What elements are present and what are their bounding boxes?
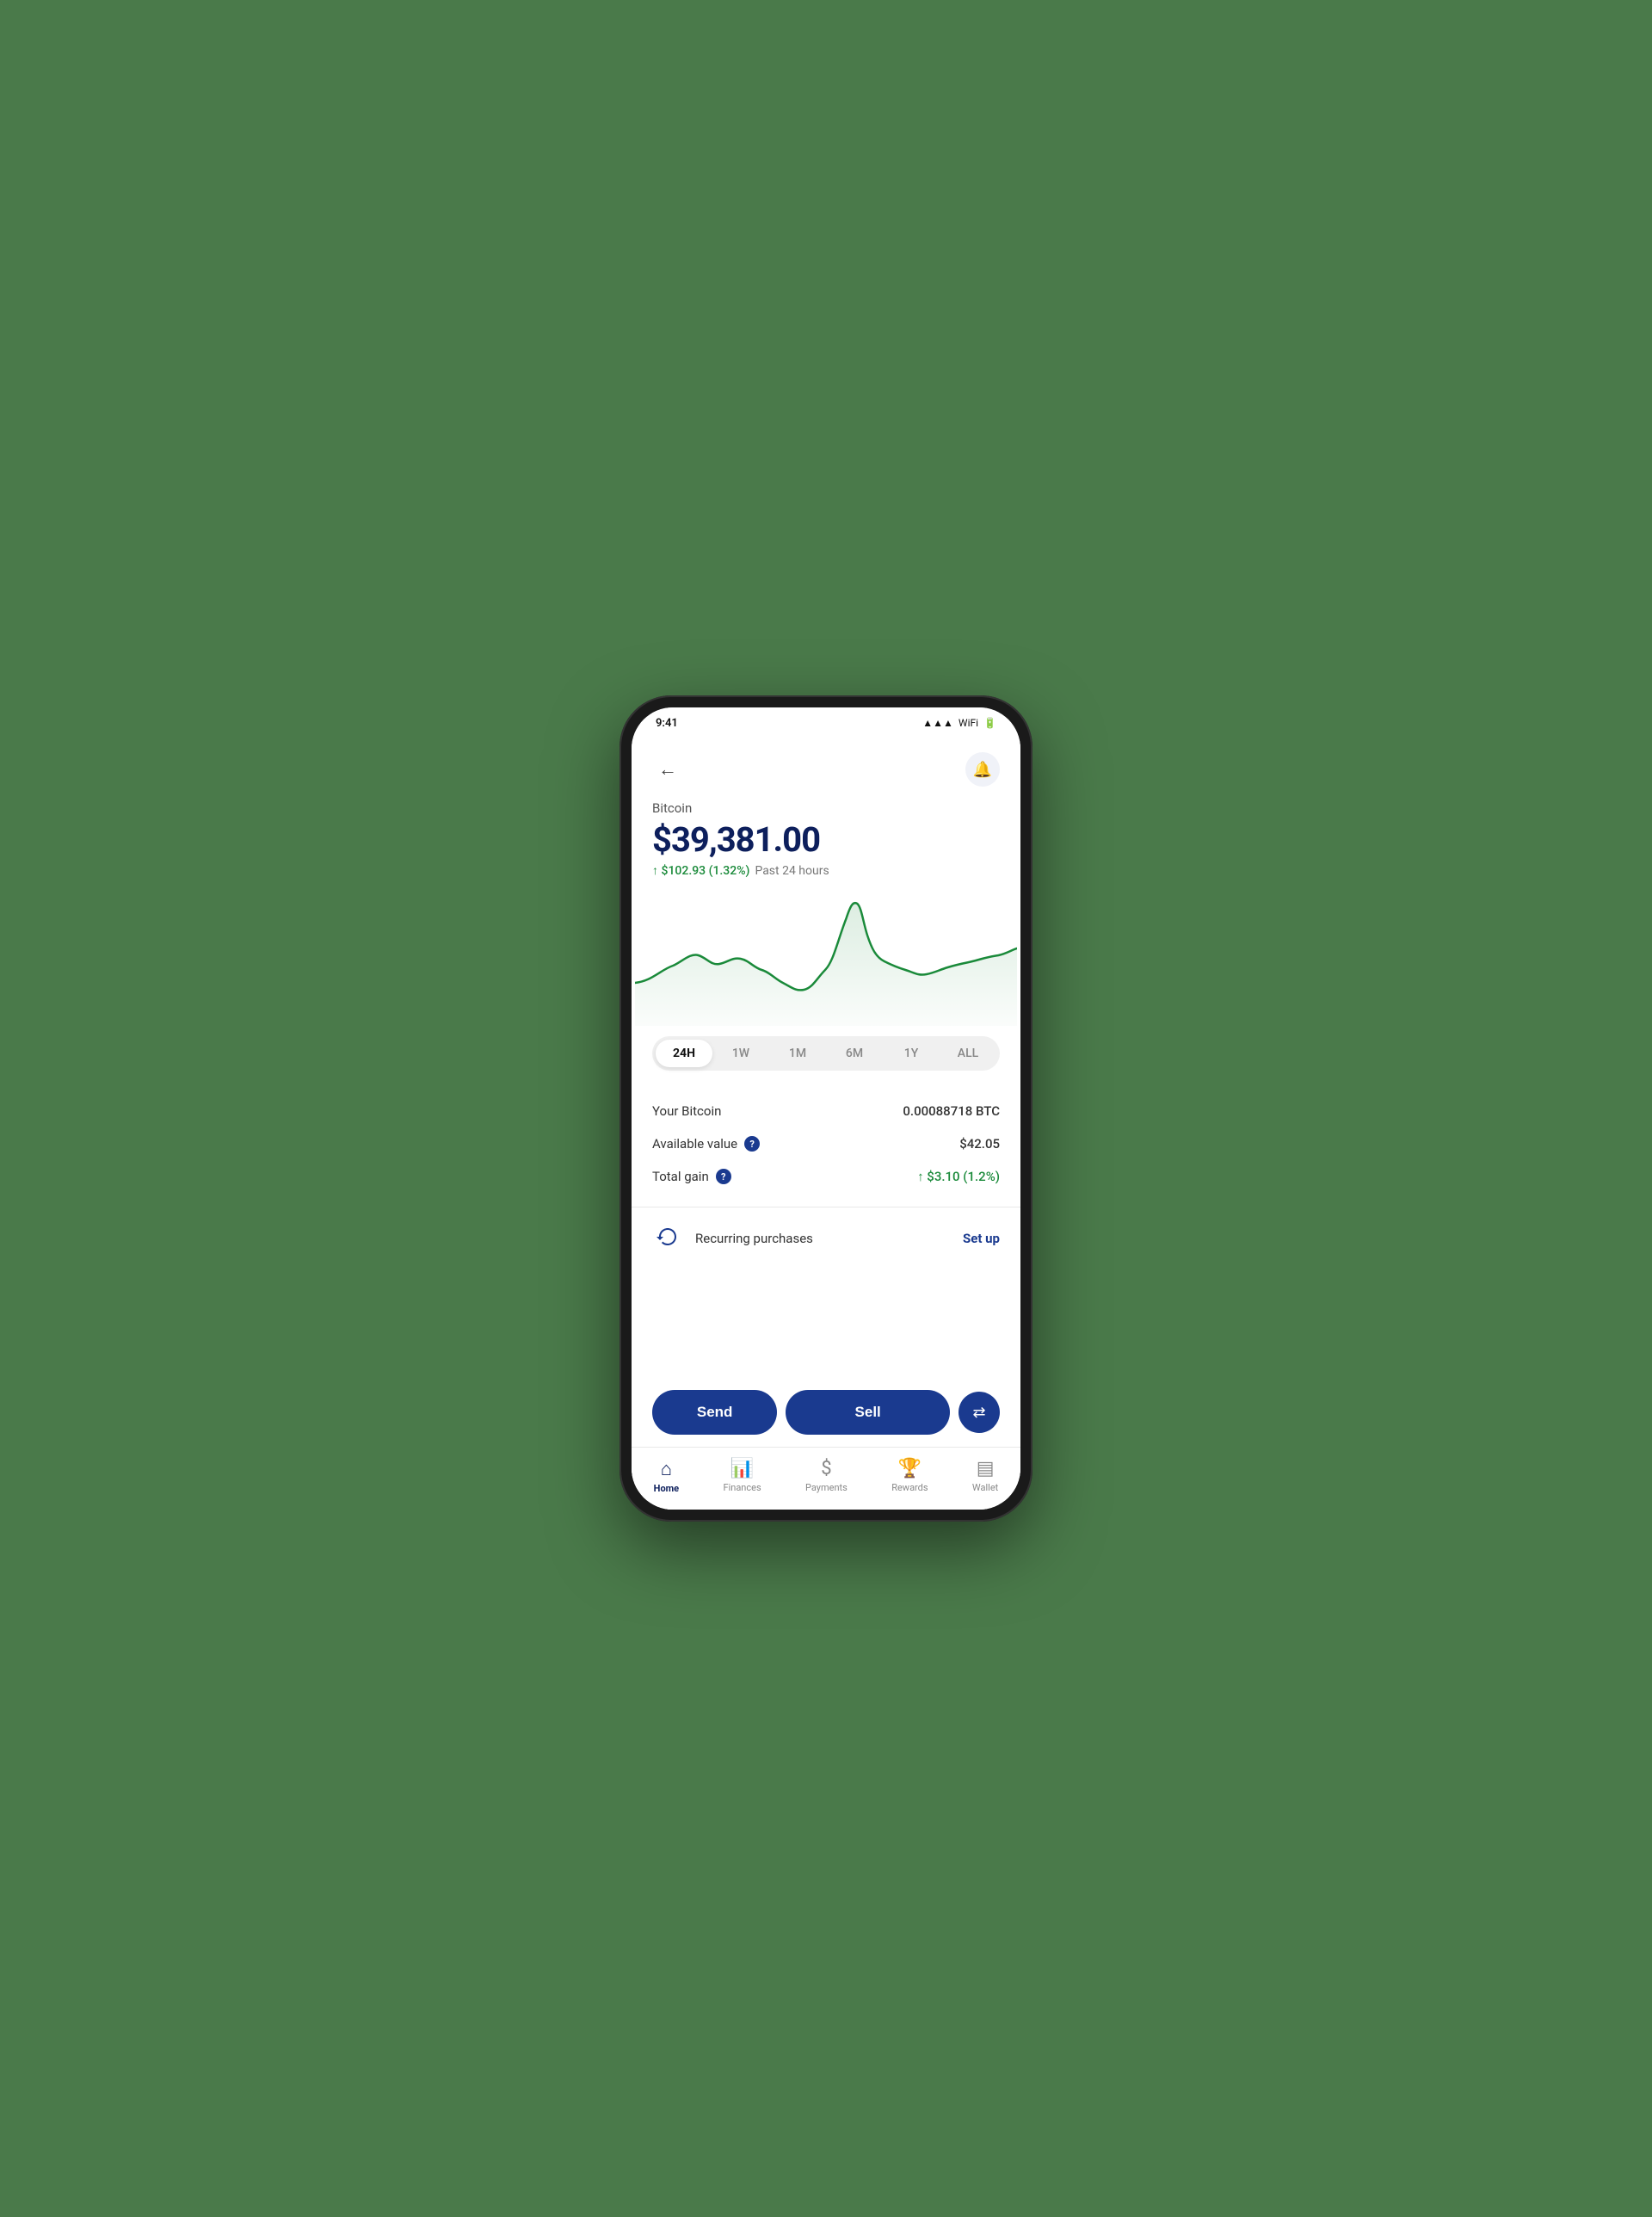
signal-icon: ▲▲▲	[922, 717, 953, 729]
recurring-svg	[654, 1225, 681, 1252]
wallet-icon: ▤	[977, 1458, 995, 1479]
available-stat-row: Available value ? $42.05	[652, 1127, 1000, 1160]
nav-item-payments[interactable]: $ Payments	[795, 1454, 858, 1498]
nav-item-rewards[interactable]: 🏆 Rewards	[881, 1454, 938, 1498]
phone-frame: 9:41 ▲▲▲ WiFi 🔋 ← 🔔 Bitcoin $39,381.00	[620, 695, 1032, 1522]
status-bar: 9:41 ▲▲▲ WiFi 🔋	[632, 707, 1020, 738]
bell-icon: 🔔	[973, 761, 992, 779]
screen-content: ← 🔔 Bitcoin $39,381.00 ↑ $102.93 (1.32%)…	[632, 738, 1020, 1510]
total-gain-value: ↑ $3.10 (1.2%)	[917, 1169, 1000, 1184]
bitcoin-stat-row: Your Bitcoin 0.00088718 BTC	[652, 1095, 1000, 1127]
nav-label-finances: Finances	[723, 1482, 761, 1493]
chart-svg	[635, 888, 1017, 1026]
action-bar: Send Sell ⇄	[632, 1380, 1020, 1447]
nav-label-rewards: Rewards	[891, 1482, 928, 1493]
status-icons: ▲▲▲ WiFi 🔋	[922, 717, 996, 729]
coin-name: Bitcoin	[652, 800, 1000, 816]
nav-item-wallet[interactable]: ▤ Wallet	[962, 1454, 1008, 1498]
time-btn-24h[interactable]: 24H	[656, 1040, 712, 1067]
nav-item-home[interactable]: ⌂ Home	[644, 1454, 689, 1498]
available-info-badge[interactable]: ?	[744, 1136, 760, 1152]
time-btn-1y[interactable]: 1Y	[883, 1040, 940, 1067]
price-change: ↑ $102.93 (1.32%) Past 24 hours	[652, 863, 1000, 878]
change-amount: $102.93	[661, 864, 706, 878]
coin-price: $39,381.00	[652, 819, 1000, 860]
sell-button[interactable]: Sell	[786, 1390, 950, 1435]
nav-label-payments: Payments	[805, 1482, 848, 1493]
send-button[interactable]: Send	[652, 1390, 777, 1435]
total-gain-info-badge[interactable]: ?	[716, 1169, 731, 1184]
back-button[interactable]: ←	[652, 754, 683, 785]
header: ← 🔔	[632, 738, 1020, 794]
total-gain-stat-row: Total gain ? ↑ $3.10 (1.2%)	[652, 1160, 1000, 1193]
nav-label-home: Home	[654, 1483, 679, 1494]
change-positive: ↑ $102.93 (1.32%)	[652, 863, 749, 878]
bitcoin-value: 0.00088718 BTC	[903, 1103, 1000, 1119]
change-period: Past 24 hours	[755, 864, 829, 878]
rewards-icon: 🏆	[898, 1458, 922, 1479]
time-btn-1m[interactable]: 1M	[769, 1040, 826, 1067]
price-section: Bitcoin $39,381.00 ↑ $102.93 (1.32%) Pas…	[632, 794, 1020, 888]
available-value: $42.05	[959, 1136, 1000, 1152]
home-icon: ⌂	[661, 1458, 672, 1480]
stats-section: Your Bitcoin 0.00088718 BTC Available va…	[632, 1081, 1020, 1207]
available-label: Available value ?	[652, 1136, 760, 1152]
total-gain-label: Total gain ?	[652, 1169, 731, 1184]
time-btn-all[interactable]: ALL	[940, 1040, 996, 1067]
recurring-icon	[652, 1223, 683, 1254]
notification-button[interactable]: 🔔	[965, 752, 1000, 787]
recurring-section: Recurring purchases Set up	[632, 1207, 1020, 1269]
change-percent: 1.32%	[712, 864, 745, 878]
battery-icon: 🔋	[983, 717, 996, 729]
finances-icon: 📊	[730, 1458, 754, 1479]
swap-button[interactable]: ⇄	[959, 1392, 1000, 1433]
recurring-label: Recurring purchases	[695, 1231, 951, 1246]
bottom-nav: ⌂ Home 📊 Finances $ Payments 🏆 Rewards ▤	[632, 1447, 1020, 1510]
nav-item-finances[interactable]: 📊 Finances	[712, 1454, 771, 1498]
up-arrow-icon: ↑	[652, 863, 658, 878]
nav-label-wallet: Wallet	[972, 1482, 998, 1493]
price-chart	[632, 888, 1020, 1026]
phone-screen: 9:41 ▲▲▲ WiFi 🔋 ← 🔔 Bitcoin $39,381.00	[632, 707, 1020, 1510]
status-time: 9:41	[656, 717, 678, 730]
swap-icon: ⇄	[972, 1404, 985, 1422]
setup-link[interactable]: Set up	[963, 1231, 1000, 1246]
bitcoin-label: Your Bitcoin	[652, 1103, 721, 1119]
payments-icon: $	[821, 1458, 831, 1479]
wifi-icon: WiFi	[959, 717, 978, 729]
back-arrow-icon: ←	[658, 758, 677, 781]
time-btn-1w[interactable]: 1W	[712, 1040, 769, 1067]
time-btn-6m[interactable]: 6M	[826, 1040, 883, 1067]
time-filter: 24H 1W 1M 6M 1Y ALL	[652, 1036, 1000, 1071]
